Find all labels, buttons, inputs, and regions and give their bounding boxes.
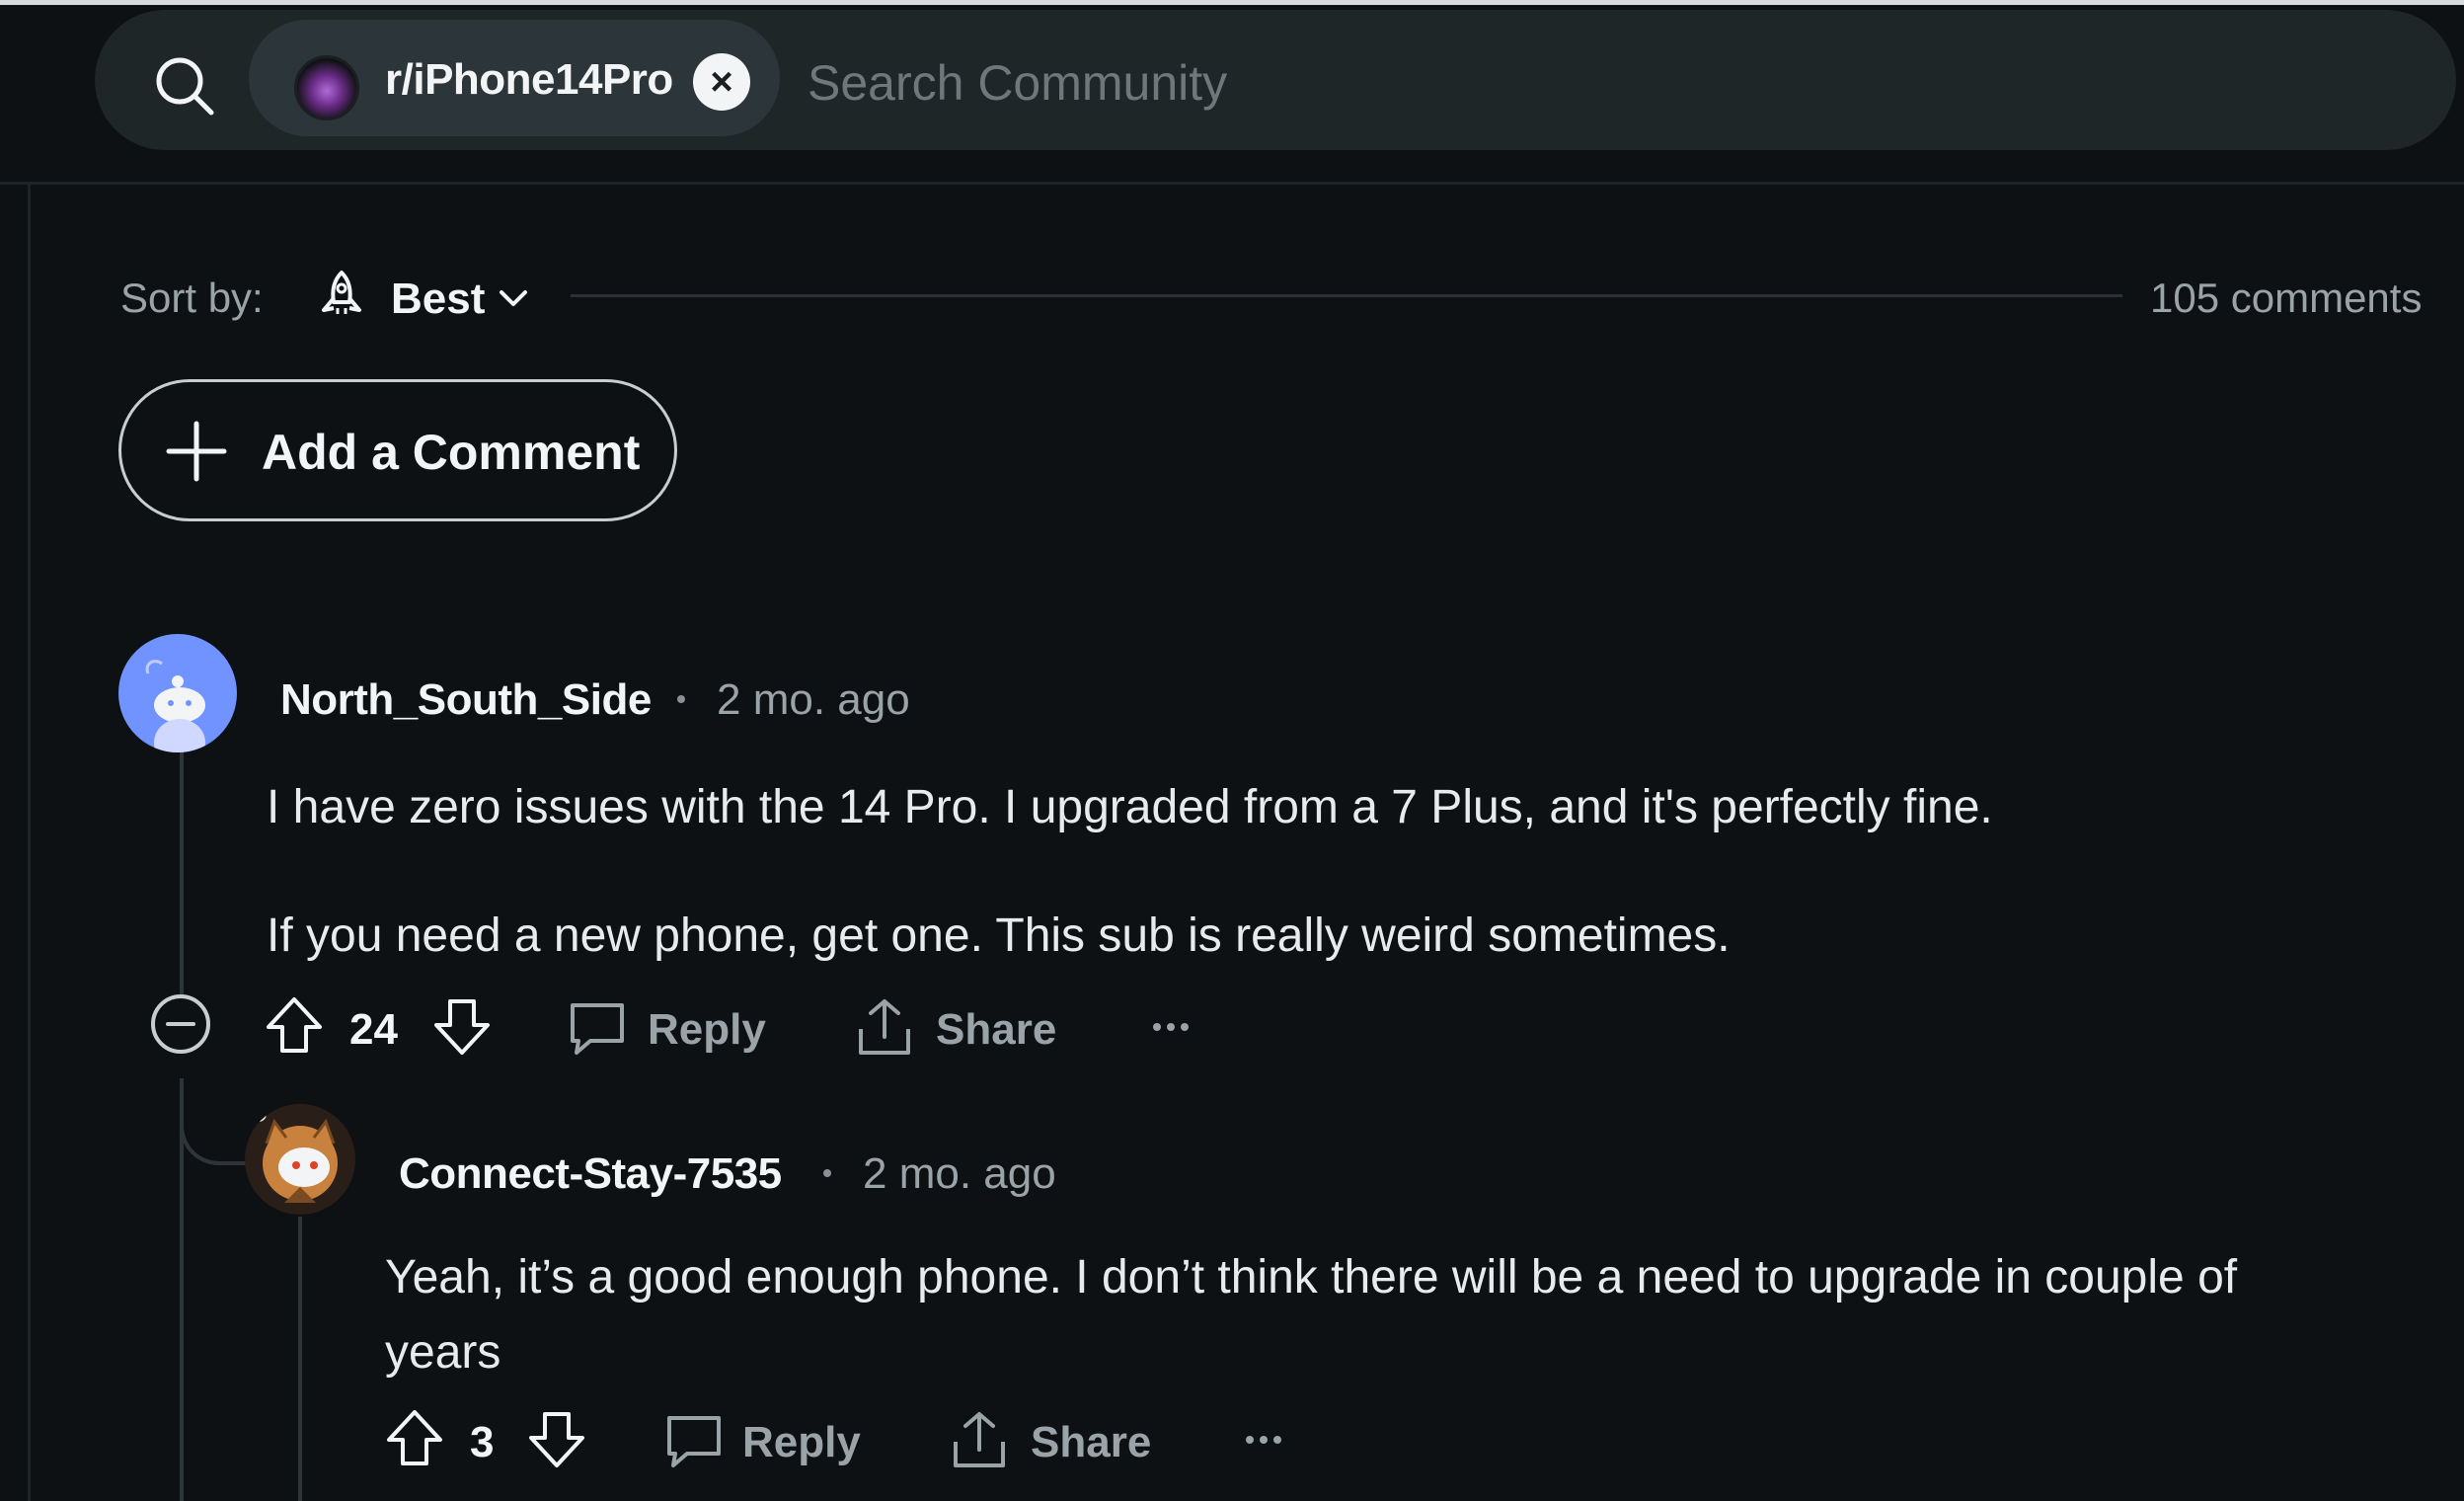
reddit-comments-page: r/iPhone14Pro × Sort by: Best 105 commen… [0,0,2464,1501]
community-avatar [294,55,359,120]
sort-divider [571,294,2122,297]
avatar[interactable] [245,1104,355,1215]
upvote-icon[interactable] [263,993,326,1057]
more-icon[interactable] [1149,1017,1193,1037]
downvote-icon[interactable] [430,995,494,1059]
thread-line[interactable] [180,750,184,1007]
comment-count: 105 comments [2150,275,2423,321]
reply-button[interactable]: Reply [742,1418,861,1467]
collapse-icon[interactable] [148,991,213,1057]
comment-timestamp[interactable]: 2 mo. ago [717,675,910,725]
share-icon[interactable] [948,1408,1011,1471]
top-edge [0,0,2464,5]
share-button[interactable]: Share [1031,1418,1151,1467]
sort-value: Best [391,275,486,323]
chevron-down-icon [500,290,527,306]
meta-separator [677,695,685,703]
share-icon[interactable] [853,995,916,1059]
add-comment-label: Add a Comment [262,425,641,480]
comment-username[interactable]: Connect-Stay-7535 [399,1149,782,1199]
comment-timestamp[interactable]: 2 mo. ago [863,1149,1056,1199]
reply-button[interactable]: Reply [648,1005,766,1055]
comment-paragraph: years [385,1326,501,1379]
left-border [28,182,31,1501]
vote-score: 3 [470,1418,495,1466]
comment-paragraph: I have zero issues with the 14 Pro. I up… [267,781,1993,833]
comment-paragraph: If you need a new phone, get one. This s… [267,909,1731,962]
sort-label: Sort by: [120,275,264,321]
comment-icon[interactable] [663,1410,725,1471]
comment-icon[interactable] [567,997,628,1059]
close-icon[interactable]: × [693,53,750,111]
share-button[interactable]: Share [936,1005,1056,1055]
community-name[interactable]: r/iPhone14Pro [385,55,673,105]
snoo-avatar-icon [145,660,205,752]
vote-score: 24 [349,1005,398,1054]
upvote-icon[interactable] [383,1406,446,1469]
snoo-avatar-icon [251,1106,338,1203]
meta-separator [823,1169,831,1177]
search-icon[interactable] [148,49,221,122]
comment-username[interactable]: North_South_Side [280,675,652,725]
add-comment-button[interactable]: Add a Comment [118,379,677,521]
rocket-icon [322,271,361,314]
header-divider [0,182,2464,185]
sort-dropdown[interactable]: Best [316,261,537,336]
comment-paragraph: Yeah, it’s a good enough phone. I don’t … [385,1251,2238,1304]
more-icon[interactable] [1242,1430,1285,1450]
plus-icon [166,421,227,482]
downvote-icon[interactable] [525,1408,588,1471]
thread-line[interactable] [298,1217,302,1501]
search-input[interactable] [808,41,2387,124]
avatar[interactable] [118,634,237,752]
